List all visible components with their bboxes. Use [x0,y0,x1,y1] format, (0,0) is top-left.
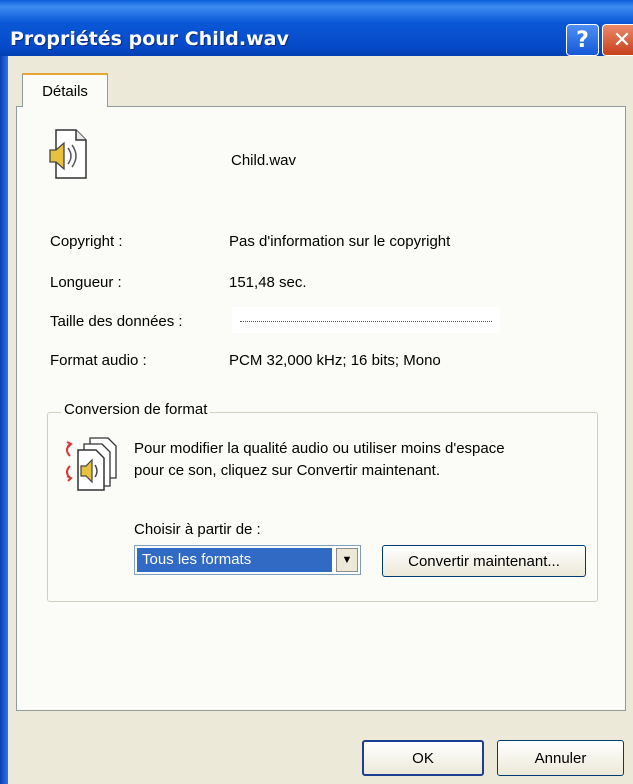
conversion-description-line1: Pour modifier la qualité audio ou utilis… [134,440,505,457]
chevron-down-icon[interactable]: ▼ [336,548,358,572]
length-value: 151,48 sec. [229,274,307,291]
data-size-label: Taille des données : [50,313,183,330]
audio-format-label: Format audio : [50,352,147,369]
properties-dialog: Propriétés pour Child.wav ? ✕ Détails Ch… [0,0,633,784]
close-icon[interactable]: ✕ [602,24,633,56]
format-select[interactable]: Tous les formats ▼ [134,545,361,575]
group-title: Conversion de format [61,401,211,418]
audio-format-value: PCM 32,000 kHz; 16 bits; Mono [229,352,441,369]
title-bar[interactable]: Propriétés pour Child.wav ? ✕ [0,0,633,56]
copyright-value: Pas d'information sur le copyright [229,233,451,250]
choose-from-label: Choisir à partir de : [134,521,261,538]
tab-details[interactable]: Détails [22,73,108,107]
length-label: Longueur : [50,274,122,291]
convert-sound-icon [66,437,117,491]
window-title: Propriétés pour Child.wav [10,28,289,50]
cancel-button[interactable]: Annuler [497,740,624,776]
sound-file-icon [49,129,87,179]
ok-button[interactable]: OK [362,740,484,776]
tab-label: Détails [42,82,88,100]
conversion-description-line2: pour ce son, cliquez sur Convertir maint… [134,462,440,479]
data-size-field [232,307,500,333]
file-name: Child.wav [231,152,297,169]
format-select-value: Tous les formats [137,548,332,572]
convert-now-button[interactable]: Convertir maintenant... [382,545,586,577]
window-frame [0,56,8,784]
copyright-label: Copyright : [50,233,123,250]
help-icon[interactable]: ? [566,24,599,56]
